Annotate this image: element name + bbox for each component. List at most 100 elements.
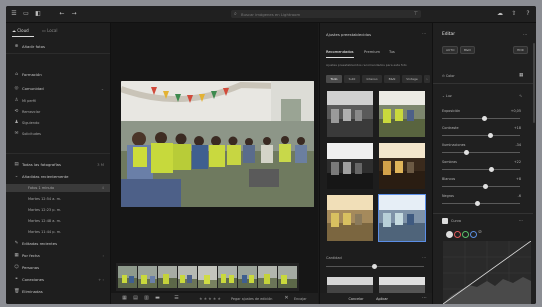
preset-tile[interactable] [327, 91, 373, 137]
paste-settings-button[interactable]: Pegar ajustes de edición [231, 297, 272, 301]
curve-channel-blue[interactable] [470, 231, 477, 238]
sidebar-sub-item[interactable]: Martes 11:44 p. m. [6, 228, 110, 236]
chip-subtle[interactable]: Sutil [344, 75, 360, 83]
cloud-sync-icon[interactable]: ☁ [496, 10, 504, 18]
sidebar-sub-item[interactable]: Martes 12:54 a. m. [6, 195, 110, 203]
chip-strong[interactable]: Intenso [362, 75, 382, 83]
curve-channel-rgb[interactable] [446, 231, 453, 238]
filmstrip-thumb[interactable] [238, 266, 257, 288]
sidebar-sub-item[interactable]: Martes 12:48 a. m. [6, 217, 110, 225]
apply-button[interactable]: Aplicar [370, 296, 394, 302]
scrollbar[interactable] [533, 43, 535, 123]
more-icon[interactable]: ⋯ [421, 295, 428, 302]
filmstrip-thumb[interactable] [198, 266, 217, 288]
chevron-right-icon[interactable]: › [424, 75, 430, 83]
amount-slider[interactable] [326, 264, 424, 269]
curve-toggle-icon[interactable]: ∿ [519, 93, 522, 98]
sidebar-item-community[interactable]: ◎ Comunidad ⌄ [6, 85, 110, 93]
filter-icon[interactable]: ⊤ [414, 11, 418, 17]
whites-slider[interactable] [442, 184, 520, 189]
sort-icon[interactable]: ☰ [173, 295, 180, 302]
preset-tile-selected[interactable] [378, 194, 426, 242]
preset-tile[interactable] [379, 277, 425, 293]
preset-tile[interactable] [327, 143, 373, 189]
slider-knob[interactable] [372, 264, 377, 269]
sidebar-item-following[interactable]: ♟ Siguiendo [6, 119, 110, 127]
back-icon[interactable]: ← [58, 10, 66, 18]
more-icon[interactable]: ··· [422, 255, 426, 260]
cancel-button[interactable]: Cancelar [346, 296, 366, 302]
filmstrip-thumb[interactable] [158, 266, 177, 288]
forward-icon[interactable]: → [70, 10, 78, 18]
sidebar-item-by-date[interactable]: ▦ Por fecha › [6, 252, 110, 260]
shadows-slider[interactable] [442, 167, 520, 172]
sidebar-item-profile[interactable]: ♙ Mi perfil [6, 97, 110, 105]
sidebar-sub-item[interactable]: Fotos 1 minuto 4 [6, 184, 110, 192]
filmstrip-thumb[interactable] [118, 266, 137, 288]
slider-knob[interactable] [482, 116, 488, 121]
slider-value-highlights[interactable]: -34 [515, 143, 521, 147]
sidebar-item-recent[interactable]: ⌄ Añadidas recientemente [6, 173, 110, 181]
add-icon[interactable]: + › [98, 276, 104, 284]
slider-value-blacks[interactable]: -6 [518, 194, 521, 198]
more-icon[interactable]: ··· [523, 32, 527, 37]
sidebar-sub-item[interactable]: Martes 12:23 p. m. [6, 206, 110, 214]
slider-knob[interactable] [483, 184, 489, 189]
eyedropper-icon[interactable]: ⊘ [478, 230, 482, 235]
search-input[interactable]: ⌕ Buscar imágenes en Lightroom ⊤ [231, 10, 421, 18]
more-icon[interactable]: ··· [422, 31, 426, 36]
sidebar-item-all-photos[interactable]: ▤ Todas las fotografías 3 M [6, 161, 110, 169]
grid-view-icon[interactable]: ▦ [121, 295, 128, 302]
slider-knob[interactable] [487, 133, 493, 138]
menu-icon[interactable]: ☰ [10, 10, 18, 18]
curve-channel-red[interactable] [454, 231, 461, 238]
share-icon[interactable]: ⇧ [510, 10, 518, 18]
main-photo[interactable] [121, 81, 314, 207]
single-view-icon[interactable]: ▬ [154, 295, 161, 302]
bw-button[interactable]: B&N [460, 46, 475, 54]
curve-channel-green[interactable] [462, 231, 469, 238]
add-photos-button[interactable]: ⊕ Añadir fotos [6, 43, 110, 51]
sidebar-item-remix[interactable]: ⟲ Remezclar [6, 108, 110, 116]
slider-value-whites[interactable]: +8 [516, 177, 521, 181]
curve-checkbox[interactable] [442, 218, 448, 224]
sidebar-item-requests[interactable]: ✉ Solicitudes [6, 130, 110, 138]
contrast-slider[interactable] [442, 133, 520, 138]
tab-cloud[interactable]: ☁ Cloud [12, 27, 29, 35]
filmstrip-thumb[interactable] [218, 266, 237, 288]
hdr-button[interactable]: HDR [513, 46, 528, 54]
sidebar-item-deleted[interactable]: 🗑 Eliminadas [6, 288, 110, 296]
exposure-slider[interactable] [442, 116, 520, 121]
tab-premium[interactable]: Premium [364, 50, 380, 54]
slider-knob[interactable] [489, 167, 495, 172]
tab-local[interactable]: ▭ Local [42, 27, 57, 35]
slider-knob[interactable] [464, 150, 470, 155]
sidebar-item-connections[interactable]: ⚭ Conexiones + › [6, 276, 110, 284]
more-icon[interactable]: ··· [519, 218, 523, 223]
preset-tile[interactable] [327, 277, 373, 293]
panel-icon[interactable]: ▭ [22, 10, 30, 18]
auto-button[interactable]: AUTO [442, 46, 459, 54]
sidebar-item-learn[interactable]: ⌂ Formación [6, 71, 110, 79]
slider-value-exposure[interactable]: +0,05 [511, 109, 521, 113]
chip-bw[interactable]: B&N [384, 75, 400, 83]
sidebar-item-edited[interactable]: ✎ Editadas recientes [6, 240, 110, 248]
filmstrip-thumb[interactable] [278, 266, 297, 288]
chip-all[interactable]: Todo [326, 75, 342, 83]
rating-stars[interactable]: ★★★★★ [199, 296, 222, 301]
tone-curve[interactable] [443, 241, 531, 304]
slider-value-contrast[interactable]: +18 [514, 126, 521, 130]
preset-tile[interactable] [379, 143, 425, 189]
sidebar-item-people[interactable]: ☺ Personas [6, 264, 110, 272]
highlights-slider[interactable] [442, 150, 520, 155]
chip-vintage[interactable]: Vintage [402, 75, 422, 83]
filmstrip-thumb[interactable] [258, 266, 277, 288]
detail-view-icon[interactable]: ▥ [143, 295, 150, 302]
preset-tile[interactable] [379, 91, 425, 137]
zoom-label[interactable]: Encajar [294, 297, 307, 301]
help-icon[interactable]: ? [524, 10, 532, 18]
profile-grid-icon[interactable]: ▦ [519, 73, 523, 78]
square-grid-icon[interactable]: ▤ [132, 295, 139, 302]
filmstrip-thumb[interactable] [178, 266, 197, 288]
light-section[interactable]: ⌄ Luz [442, 94, 452, 98]
